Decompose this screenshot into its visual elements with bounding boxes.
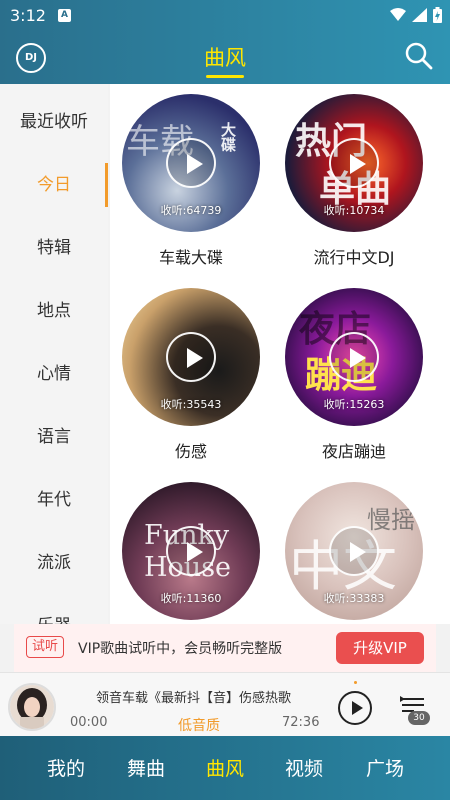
- listen-count: 收听:15263: [323, 398, 385, 411]
- progress-indicator: [354, 681, 357, 684]
- listen-count: 收听:35543: [160, 398, 222, 411]
- vip-message: VIP歌曲试听中，会员畅听完整版: [78, 641, 283, 657]
- status-time: 3:12: [10, 6, 46, 25]
- sidebar-item-special[interactable]: 特辑: [0, 228, 108, 268]
- playlist-name: 夜店蹦迪: [321, 442, 386, 461]
- listen-count: 收听:10734: [323, 204, 385, 217]
- queue-count-badge: 30: [408, 711, 430, 725]
- wifi-icon: [390, 8, 406, 21]
- current-time: 00:00: [70, 715, 108, 730]
- playlist-cover[interactable]: 收听:35543: [122, 288, 260, 426]
- system-icons: [390, 7, 442, 23]
- play-icon[interactable]: [166, 526, 216, 576]
- category-sidebar: 最近收听 今日 特辑 地点 心情 语言 年代 流派 乐器: [0, 84, 108, 636]
- play-button[interactable]: [338, 691, 372, 725]
- playlist-cover[interactable]: 车载 大碟 收听:64739: [122, 94, 260, 232]
- tab-square[interactable]: 广场: [345, 754, 425, 781]
- playlist-card[interactable]: 夜店 蹦迪 收听:15263 夜店蹦迪: [284, 288, 424, 462]
- playlist-card[interactable]: 中文 慢摇 收听:33383: [284, 482, 424, 620]
- playlist-cover[interactable]: 热门 单曲 收听:10734: [285, 94, 423, 232]
- tab-dance[interactable]: 舞曲: [106, 754, 186, 781]
- playlist-grid: 车载 大碟 收听:64739 车载大碟 热门 单曲 收听:10734 流行中文D…: [110, 84, 450, 624]
- notification-icon: A: [58, 9, 71, 22]
- playlist-name: 伤感: [174, 442, 207, 461]
- playlist-cover[interactable]: 中文 慢摇 收听:33383: [285, 482, 423, 620]
- top-bar: DJ 曲风: [0, 34, 450, 84]
- playlist-name: 流行中文DJ: [313, 248, 395, 267]
- sidebar-active-indicator: [105, 163, 108, 207]
- sidebar-item-mood[interactable]: 心情: [0, 354, 108, 394]
- sidebar-item-place[interactable]: 地点: [0, 291, 108, 331]
- cover-text: 大碟: [219, 122, 237, 152]
- listen-count: 收听:11360: [160, 592, 222, 605]
- trial-tag: 试听: [26, 636, 64, 658]
- playlist-cover[interactable]: Funky House 收听:11360: [122, 482, 260, 620]
- play-icon[interactable]: [166, 332, 216, 382]
- playlist-card[interactable]: Funky House 收听:11360: [121, 482, 261, 620]
- tab-video[interactable]: 视频: [264, 754, 344, 781]
- upgrade-vip-button[interactable]: 升级VIP: [336, 632, 424, 664]
- play-icon[interactable]: [329, 526, 379, 576]
- total-time: 72:36: [282, 715, 320, 730]
- playlist-card[interactable]: 车载 大碟 收听:64739 车载大碟: [121, 94, 261, 268]
- sidebar-item-today[interactable]: 今日: [0, 165, 108, 205]
- status-bar: 3:12 A: [0, 0, 450, 34]
- search-icon[interactable]: [404, 41, 434, 71]
- playlist-card[interactable]: 收听:35543 伤感: [121, 288, 261, 462]
- sidebar-item-genre[interactable]: 流派: [0, 543, 108, 583]
- title-underline: [206, 75, 244, 78]
- page-title: 曲风: [204, 46, 246, 70]
- vip-trial-banner: 试听 VIP歌曲试听中，会员畅听完整版 升级VIP: [14, 624, 436, 672]
- listen-count: 收听:33383: [323, 592, 385, 605]
- tab-genre[interactable]: 曲风: [185, 754, 265, 781]
- tab-mine[interactable]: 我的: [26, 754, 106, 781]
- bottom-nav: 我的 舞曲 曲风 视频 广场: [0, 736, 450, 800]
- now-playing-title[interactable]: 领音车载《最新抖【音】伤感热歌: [96, 687, 328, 706]
- listen-count: 收听:64739: [160, 204, 222, 217]
- play-icon[interactable]: [166, 138, 216, 188]
- now-playing-cover[interactable]: [8, 683, 56, 731]
- sidebar-item-era[interactable]: 年代: [0, 480, 108, 520]
- play-icon[interactable]: [329, 332, 379, 382]
- playlist-name: 车载大碟: [158, 248, 223, 267]
- play-icon[interactable]: [329, 138, 379, 188]
- avatar-image: [10, 685, 54, 729]
- sidebar-item-recent[interactable]: 最近收听: [0, 102, 108, 142]
- cover-text: 慢摇: [367, 506, 415, 534]
- mini-player: 领音车载《最新抖【音】伤感热歌 00:00 低音质 72:36 30: [0, 672, 450, 736]
- playlist-card[interactable]: 热门 单曲 收听:10734 流行中文DJ: [284, 94, 424, 268]
- playlist-cover[interactable]: 夜店 蹦迪 收听:15263: [285, 288, 423, 426]
- quality-toggle[interactable]: 低音质: [178, 715, 220, 735]
- signal-icon: [412, 8, 427, 22]
- sidebar-item-language[interactable]: 语言: [0, 417, 108, 457]
- battery-icon: [433, 7, 442, 23]
